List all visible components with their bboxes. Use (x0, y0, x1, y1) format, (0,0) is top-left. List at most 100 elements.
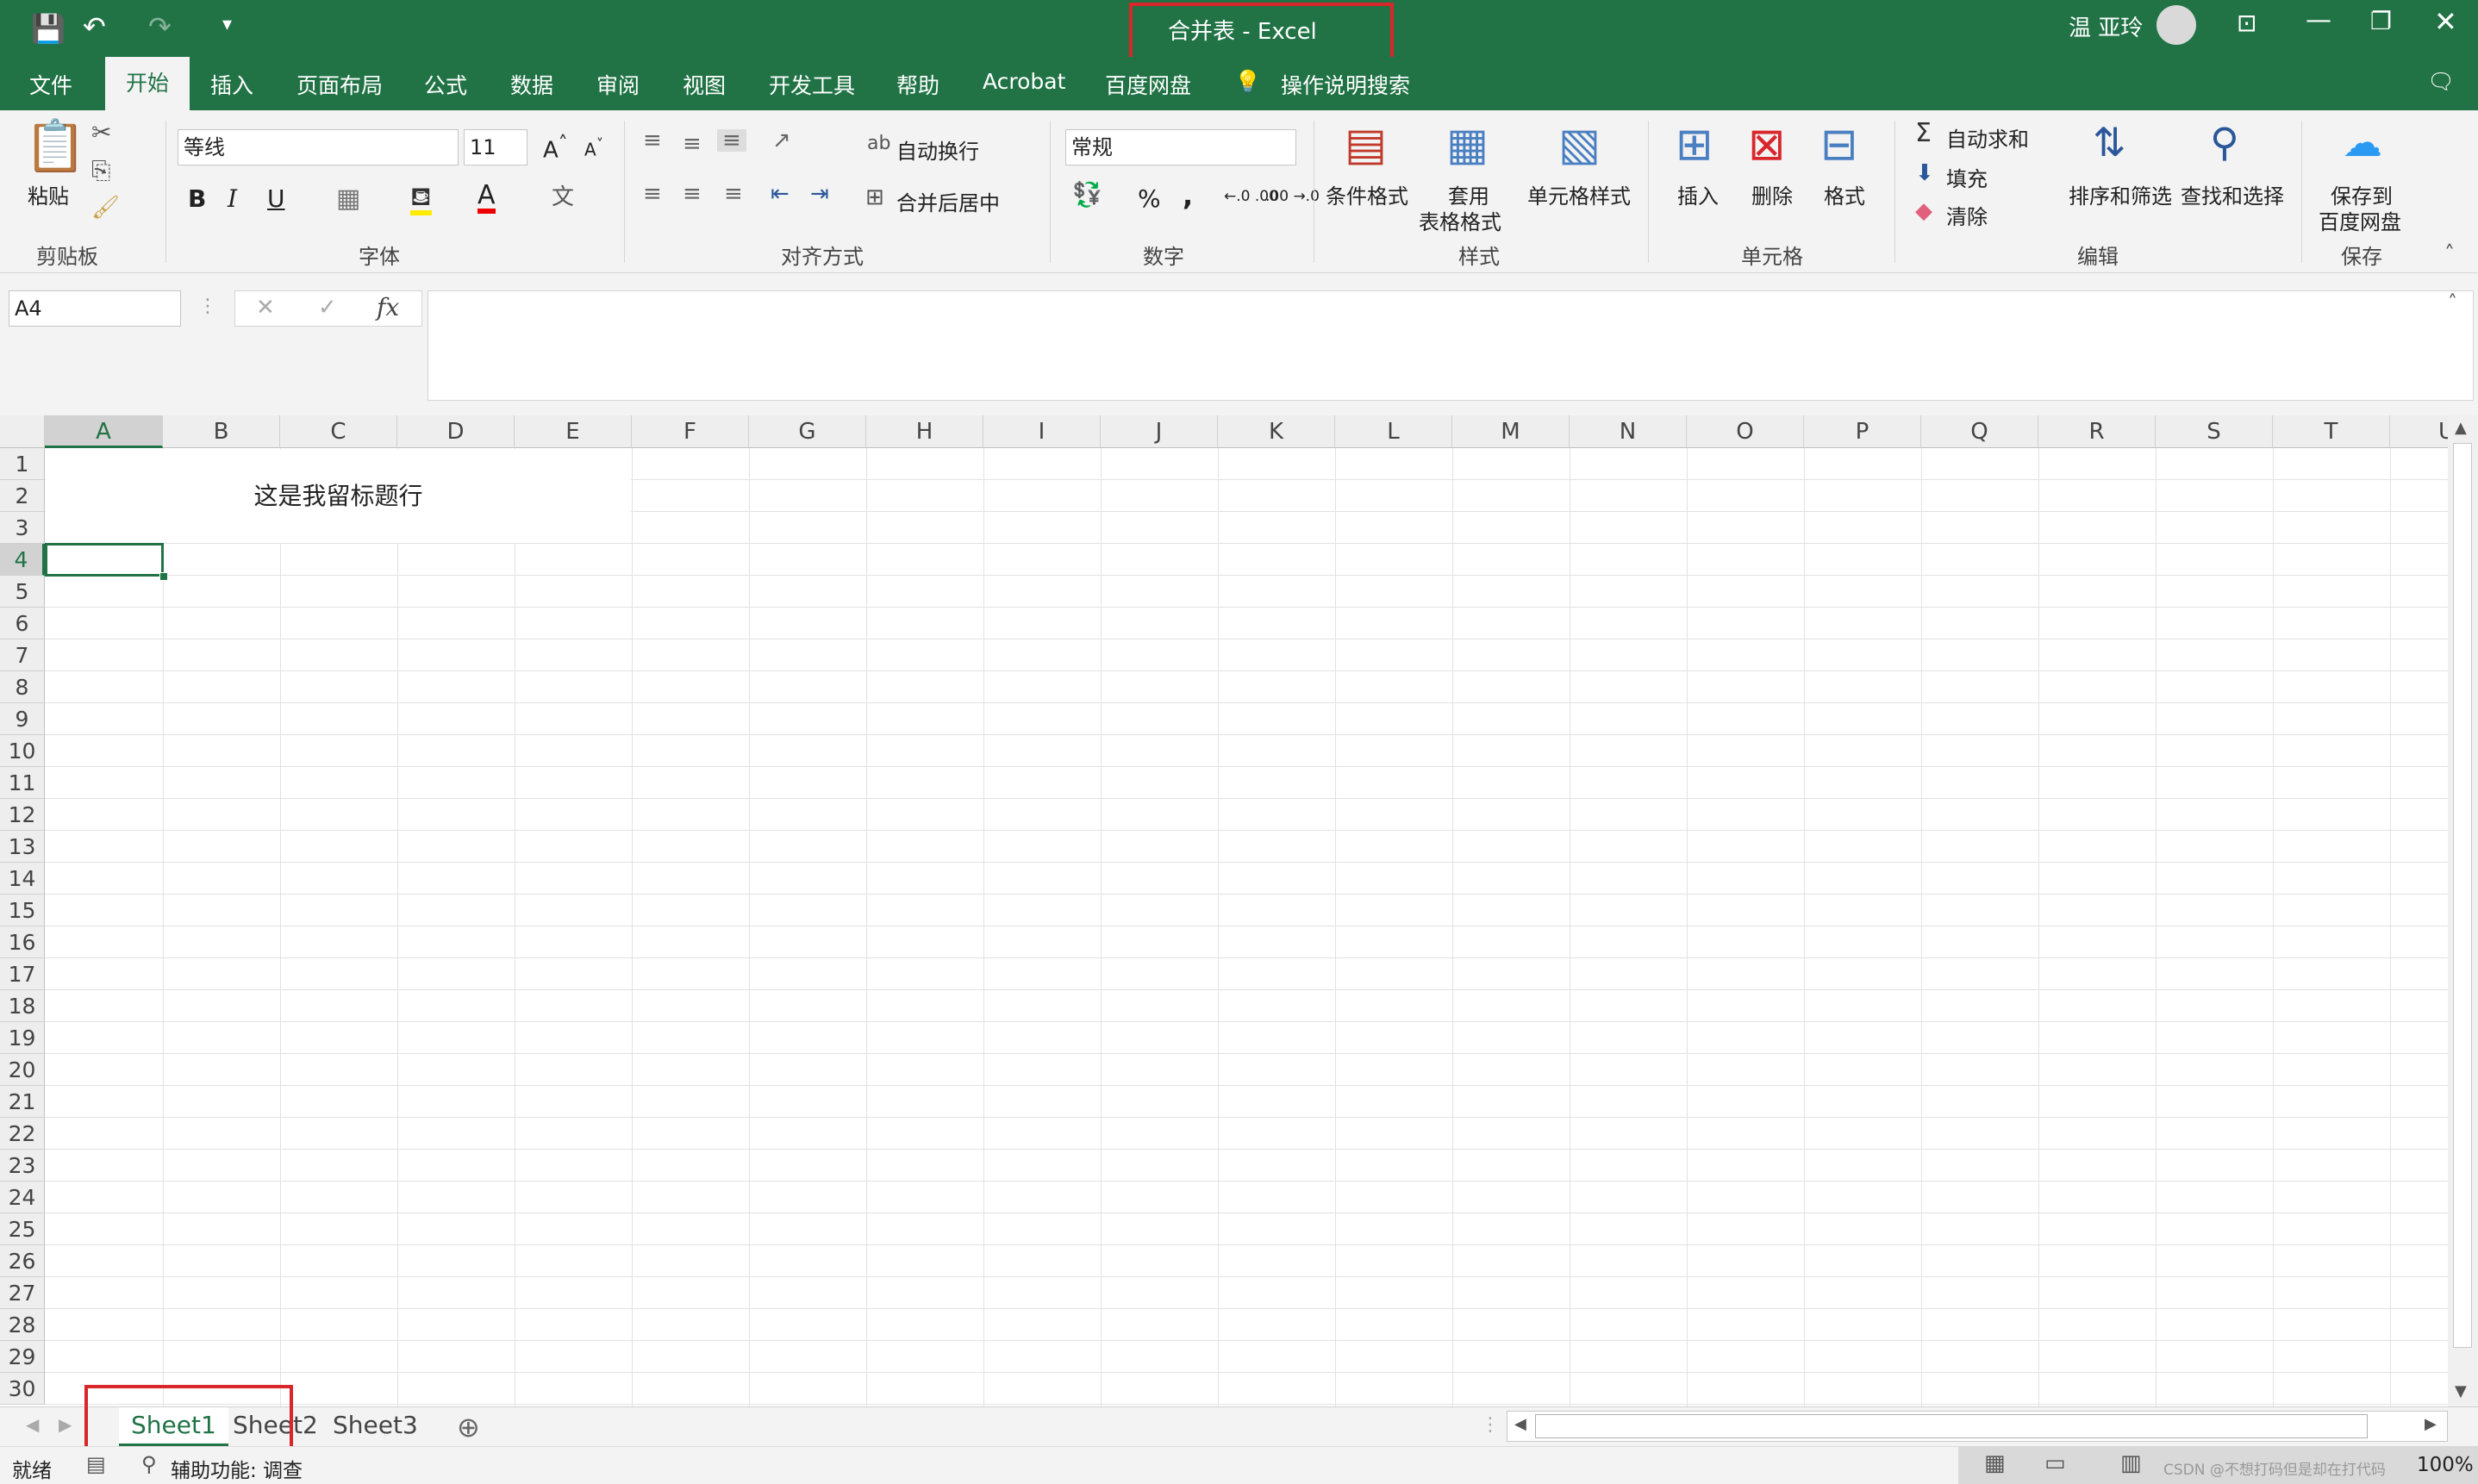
row-header-13[interactable]: 13 (0, 831, 45, 863)
scroll-down-icon[interactable]: ▼ (2455, 1382, 2467, 1400)
tell-me-search[interactable]: 操作说明搜索 (1281, 69, 1410, 100)
row-header-6[interactable]: 6 (0, 608, 45, 639)
row-header-21[interactable]: 21 (0, 1086, 45, 1118)
align-right-icon[interactable]: ≡ (724, 183, 743, 205)
scroll-up-icon[interactable]: ▲ (2455, 419, 2467, 437)
format-as-table-label-2[interactable]: 表格格式 (1419, 205, 1501, 235)
fill-button[interactable]: 填充 (1946, 162, 1988, 192)
sort-filter-button[interactable]: 排序和筛选 (2069, 179, 2172, 209)
tab-help[interactable]: 帮助 (896, 69, 939, 100)
column-header-M[interactable]: M (1452, 415, 1570, 448)
decrease-indent-icon[interactable]: ⇤ (771, 183, 790, 205)
font-name-select[interactable]: 等线 (178, 129, 459, 165)
minimize-icon[interactable]: — (2306, 5, 2331, 35)
close-icon[interactable]: ✕ (2434, 5, 2457, 38)
decrease-decimal-button[interactable]: .00 →.0 (1265, 188, 1320, 205)
row-header-22[interactable]: 22 (0, 1118, 45, 1150)
row-header-16[interactable]: 16 (0, 926, 45, 958)
save-icon[interactable]: 💾 (31, 12, 66, 45)
cell-styles-icon[interactable]: ▧ (1558, 122, 1601, 167)
paste-icon[interactable]: 📋 (24, 121, 86, 171)
redo-icon[interactable]: ↷ (148, 10, 172, 43)
row-header-7[interactable]: 7 (0, 639, 45, 671)
format-as-table-icon[interactable]: ▦ (1446, 122, 1489, 167)
currency-icon[interactable]: 💱 (1072, 183, 1102, 207)
column-header-H[interactable]: H (866, 415, 983, 448)
cell-styles-button[interactable]: 单元格样式 (1527, 179, 1631, 209)
fill-color-icon[interactable]: ⛾ (410, 184, 432, 215)
column-header-B[interactable]: B (163, 415, 280, 448)
row-header-14[interactable]: 14 (0, 863, 45, 895)
column-header-G[interactable]: G (749, 415, 866, 448)
column-header-R[interactable]: R (2038, 415, 2156, 448)
column-header-T[interactable]: T (2273, 415, 2390, 448)
column-header-C[interactable]: C (280, 415, 397, 448)
tab-acrobat[interactable]: Acrobat (983, 69, 1065, 94)
row-header-30[interactable]: 30 (0, 1373, 45, 1405)
zoom-level[interactable]: 100% (2417, 1454, 2474, 1476)
row-header-12[interactable]: 12 (0, 799, 45, 831)
cancel-icon[interactable]: ✕ (256, 295, 275, 321)
conditional-format-icon[interactable]: ▤ (1345, 122, 1387, 167)
comments-icon[interactable]: 🗨 (2427, 69, 2455, 95)
column-header-A[interactable]: A (45, 415, 163, 448)
conditional-format-button[interactable]: 条件格式 (1326, 179, 1408, 209)
column-header-N[interactable]: N (1570, 415, 1687, 448)
scroll-right-icon[interactable]: ▶ (2425, 1415, 2437, 1433)
row-header-3[interactable]: 3 (0, 512, 45, 544)
row-header-9[interactable]: 9 (0, 703, 45, 735)
orientation-icon[interactable]: ↗ (772, 129, 791, 152)
column-header-D[interactable]: D (397, 415, 515, 448)
row-header-23[interactable]: 23 (0, 1150, 45, 1182)
column-header-U[interactable]: U (2390, 415, 2448, 448)
align-left-icon[interactable]: ≡ (643, 183, 662, 205)
column-header-K[interactable]: K (1218, 415, 1335, 448)
name-box[interactable]: A4 (9, 290, 181, 327)
column-header-E[interactable]: E (515, 415, 632, 448)
sheet-tab-sheet3[interactable]: Sheet3 (321, 1407, 430, 1443)
column-header-O[interactable]: O (1687, 415, 1804, 448)
vertical-scrollbar[interactable]: ▲ ▼ (2448, 415, 2478, 1406)
scroll-left-icon[interactable]: ◀ (1514, 1415, 1526, 1433)
column-header-L[interactable]: L (1335, 415, 1452, 448)
row-header-18[interactable]: 18 (0, 990, 45, 1022)
increase-font-icon[interactable]: A˄ (543, 133, 568, 164)
row-header-2[interactable]: 2 (0, 480, 45, 512)
scroll-tabs-right-icon[interactable]: ▶ (59, 1414, 72, 1435)
align-top-icon[interactable]: ≡ (643, 129, 662, 152)
tab-file[interactable]: 文件 (29, 69, 72, 100)
column-header-P[interactable]: P (1804, 415, 1921, 448)
number-format-select[interactable]: 常规 (1065, 129, 1296, 165)
page-layout-view-icon[interactable]: ▭ (2044, 1450, 2066, 1476)
tab-view[interactable]: 视图 (683, 69, 726, 100)
horizontal-scrollbar[interactable]: ◀ ▶ (1507, 1411, 2448, 1442)
row-header-1[interactable]: 1 (0, 448, 45, 480)
horizontal-scroll-thumb[interactable] (1535, 1414, 2368, 1438)
page-break-view-icon[interactable]: ▥ (2120, 1450, 2142, 1476)
format-cells-button[interactable]: 格式 (1824, 179, 1865, 209)
delete-cells-icon[interactable]: ⊠ (1748, 122, 1786, 167)
tab-data[interactable]: 数据 (510, 69, 553, 100)
row-header-10[interactable]: 10 (0, 735, 45, 767)
save-to-baidu-label-2[interactable]: 百度网盘 (2319, 205, 2401, 235)
avatar[interactable] (2157, 5, 2196, 45)
restore-icon[interactable]: ❐ (2370, 7, 2392, 35)
row-header-5[interactable]: 5 (0, 576, 45, 608)
tab-split-handle[interactable]: ⋮ (1481, 1414, 1500, 1436)
column-header-S[interactable]: S (2156, 415, 2273, 448)
percent-button[interactable]: % (1138, 184, 1161, 213)
tab-developer[interactable]: 开发工具 (769, 69, 855, 100)
row-header-28[interactable]: 28 (0, 1309, 45, 1341)
tab-baidu[interactable]: 百度网盘 (1105, 69, 1191, 100)
decrease-font-icon[interactable]: A˅ (584, 136, 603, 160)
worksheet-grid[interactable]: A B C D E F G H I J K L M N O P Q R S T … (0, 415, 2448, 1406)
align-bottom-icon[interactable]: ≡ (717, 129, 746, 152)
align-middle-icon[interactable]: ≡ (683, 133, 702, 155)
row-header-26[interactable]: 26 (0, 1245, 45, 1277)
row-header-29[interactable]: 29 (0, 1341, 45, 1373)
format-cells-icon[interactable]: ⊟ (1820, 122, 1858, 167)
tab-page-layout[interactable]: 页面布局 (296, 69, 383, 100)
bold-button[interactable]: B (188, 184, 206, 213)
tab-insert[interactable]: 插入 (210, 69, 253, 100)
sort-filter-icon[interactable]: ⇅ (2093, 122, 2126, 162)
